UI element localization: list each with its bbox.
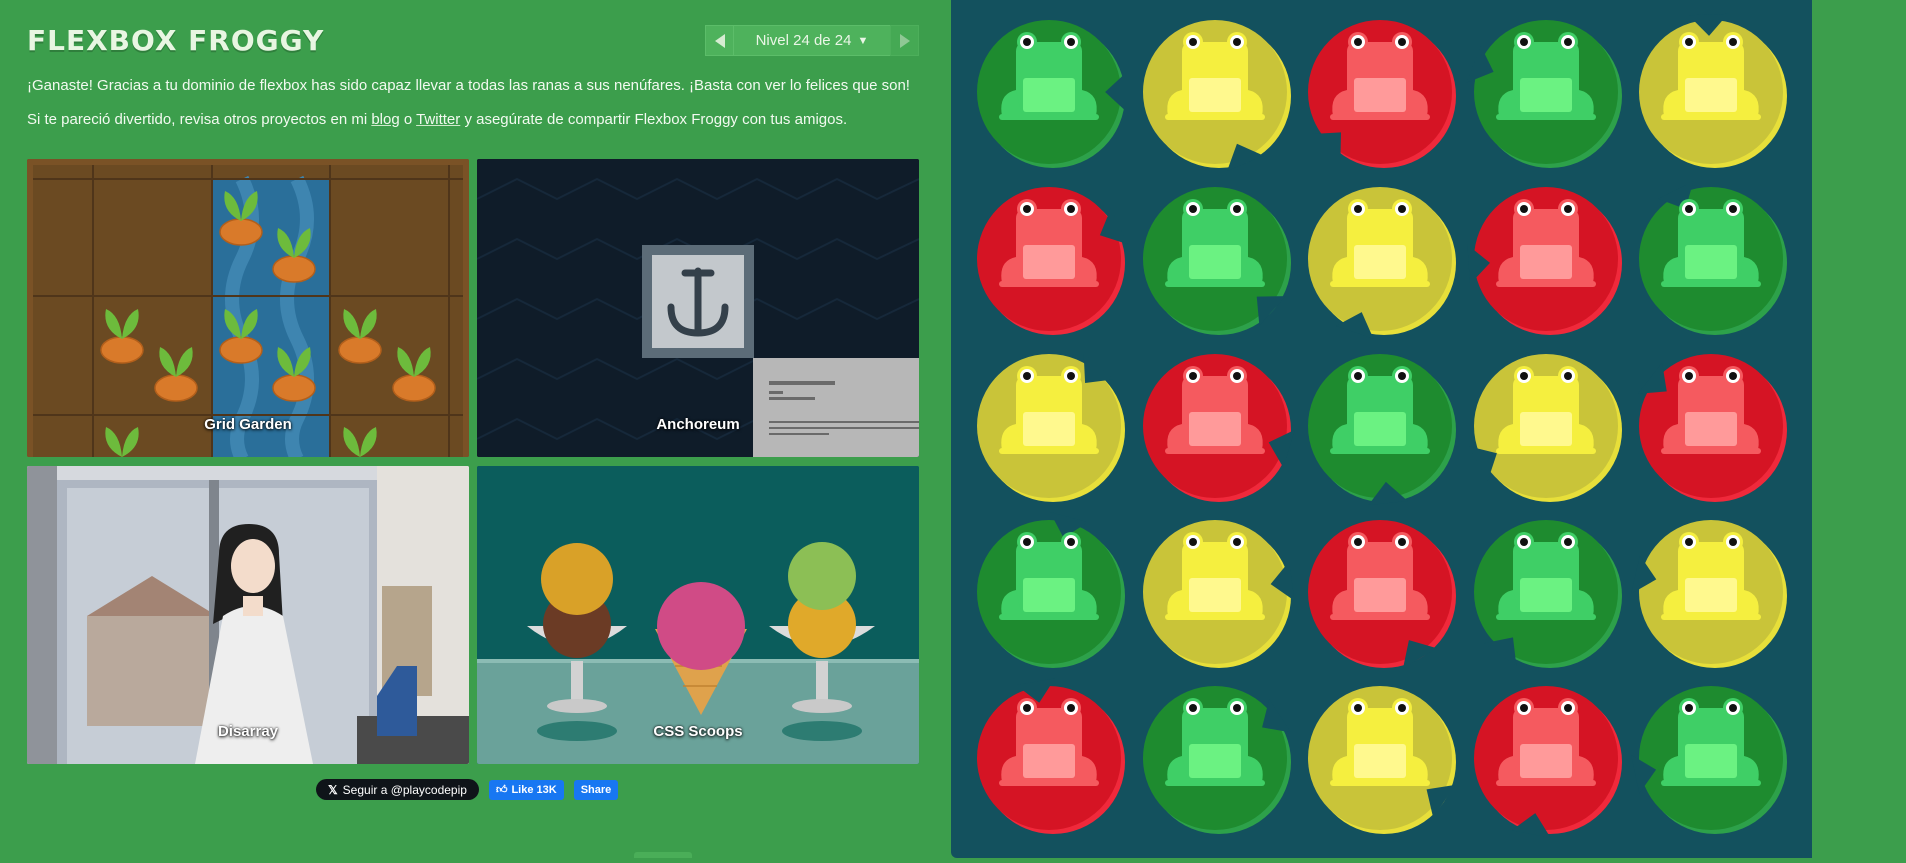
lilypad-red: [977, 678, 1125, 834]
lilypad-green: [1474, 520, 1622, 668]
x-follow-button[interactable]: 𝕏 Seguir a @playcodepip: [316, 779, 479, 800]
pond-svg: [977, 13, 1787, 838]
lilypad-yellow: [1143, 20, 1291, 172]
caret-down-icon: ▼: [857, 34, 869, 47]
disarray-thumbnail: [27, 466, 469, 764]
lilypad-green: [1466, 20, 1622, 168]
previous-level-button[interactable]: [705, 25, 734, 56]
lilypad-yellow: [1631, 520, 1787, 668]
lilypad-red: [1637, 354, 1787, 502]
twitter-link[interactable]: Twitter: [416, 111, 460, 128]
lilypad-green: [1143, 686, 1291, 834]
project-label-grid-garden: Grid Garden: [204, 416, 292, 433]
project-label-anchoreum: Anchoreum: [656, 416, 740, 433]
lilypad-green: [1308, 354, 1456, 506]
x-logo-icon: 𝕏: [328, 782, 338, 797]
css-scoops-thumbnail: [477, 466, 919, 764]
sidebar: FLEXBOX FROGGY Nivel 24 de 24 ▼ ¡Ganaste…: [0, 0, 950, 858]
lilypad-yellow: [1468, 354, 1622, 502]
project-card-css-scoops[interactable]: CSS Scoops: [477, 466, 919, 764]
lilypad-yellow: [1143, 520, 1295, 668]
lilypad-red: [1143, 354, 1295, 502]
lilypad-green: [977, 20, 1127, 168]
facebook-like-label: Like 13K: [511, 783, 557, 796]
next-level-button[interactable]: [890, 25, 919, 56]
project-label-css-scoops: CSS Scoops: [653, 723, 743, 740]
anchoreum-thumbnail: [477, 159, 919, 457]
social-buttons: 𝕏 Seguir a @playcodepip 👍︎ Like 13K Share: [316, 779, 619, 800]
arrow-left-icon: [714, 33, 725, 48]
lilypad-yellow: [1308, 686, 1456, 834]
facebook-like-button[interactable]: 👍︎ Like 13K: [488, 779, 564, 800]
lilypad-red: [1308, 520, 1456, 669]
scroll-handle[interactable]: [634, 852, 692, 858]
level-navigation: Nivel 24 de 24 ▼: [705, 25, 919, 56]
lilypad-green: [1143, 187, 1291, 335]
pond-board: [951, 0, 1812, 858]
blog-link[interactable]: blog: [371, 111, 399, 128]
lilypad-yellow: [1639, 13, 1787, 168]
win-message: ¡Ganaste! Gracias a tu dominio de flexbo…: [27, 77, 910, 94]
arrow-right-icon: [899, 33, 910, 48]
project-card-anchoreum[interactable]: Anchoreum: [477, 159, 919, 457]
lilypad-red: [1308, 20, 1456, 168]
lilypad-red: [1474, 686, 1622, 838]
project-card-disarray[interactable]: Disarray: [27, 466, 469, 764]
grid-garden-thumbnail: [27, 159, 469, 457]
lilypad-red: [1467, 187, 1622, 335]
facebook-share-button[interactable]: Share: [573, 779, 619, 800]
level-label: Nivel 24 de 24: [755, 32, 852, 49]
lilypad-green: [1631, 686, 1787, 834]
lilypad-green: [977, 512, 1125, 668]
lilypad-green: [1639, 180, 1787, 335]
game-title: FLEXBOX FROGGY: [27, 24, 325, 57]
lilypad-yellow: [1308, 187, 1456, 339]
more-suffix: y asegúrate de compartir Flexbox Froggy …: [460, 111, 848, 128]
right-margin: [1812, 0, 1906, 858]
more-middle: o: [399, 111, 417, 128]
level-indicator[interactable]: Nivel 24 de 24 ▼: [734, 25, 890, 56]
project-label-disarray: Disarray: [217, 723, 279, 740]
project-card-grid-garden[interactable]: Grid Garden: [27, 159, 469, 457]
thumbs-up-icon: 👍︎: [495, 784, 508, 796]
lilypad-red: [977, 187, 1128, 335]
lilypad-yellow: [977, 353, 1125, 502]
x-follow-label: Seguir a @playcodepip: [342, 782, 467, 797]
more-projects-message: Si te pareció divertido, revisa otros pr…: [27, 111, 847, 128]
more-prefix: Si te pareció divertido, revisa otros pr…: [27, 111, 372, 128]
